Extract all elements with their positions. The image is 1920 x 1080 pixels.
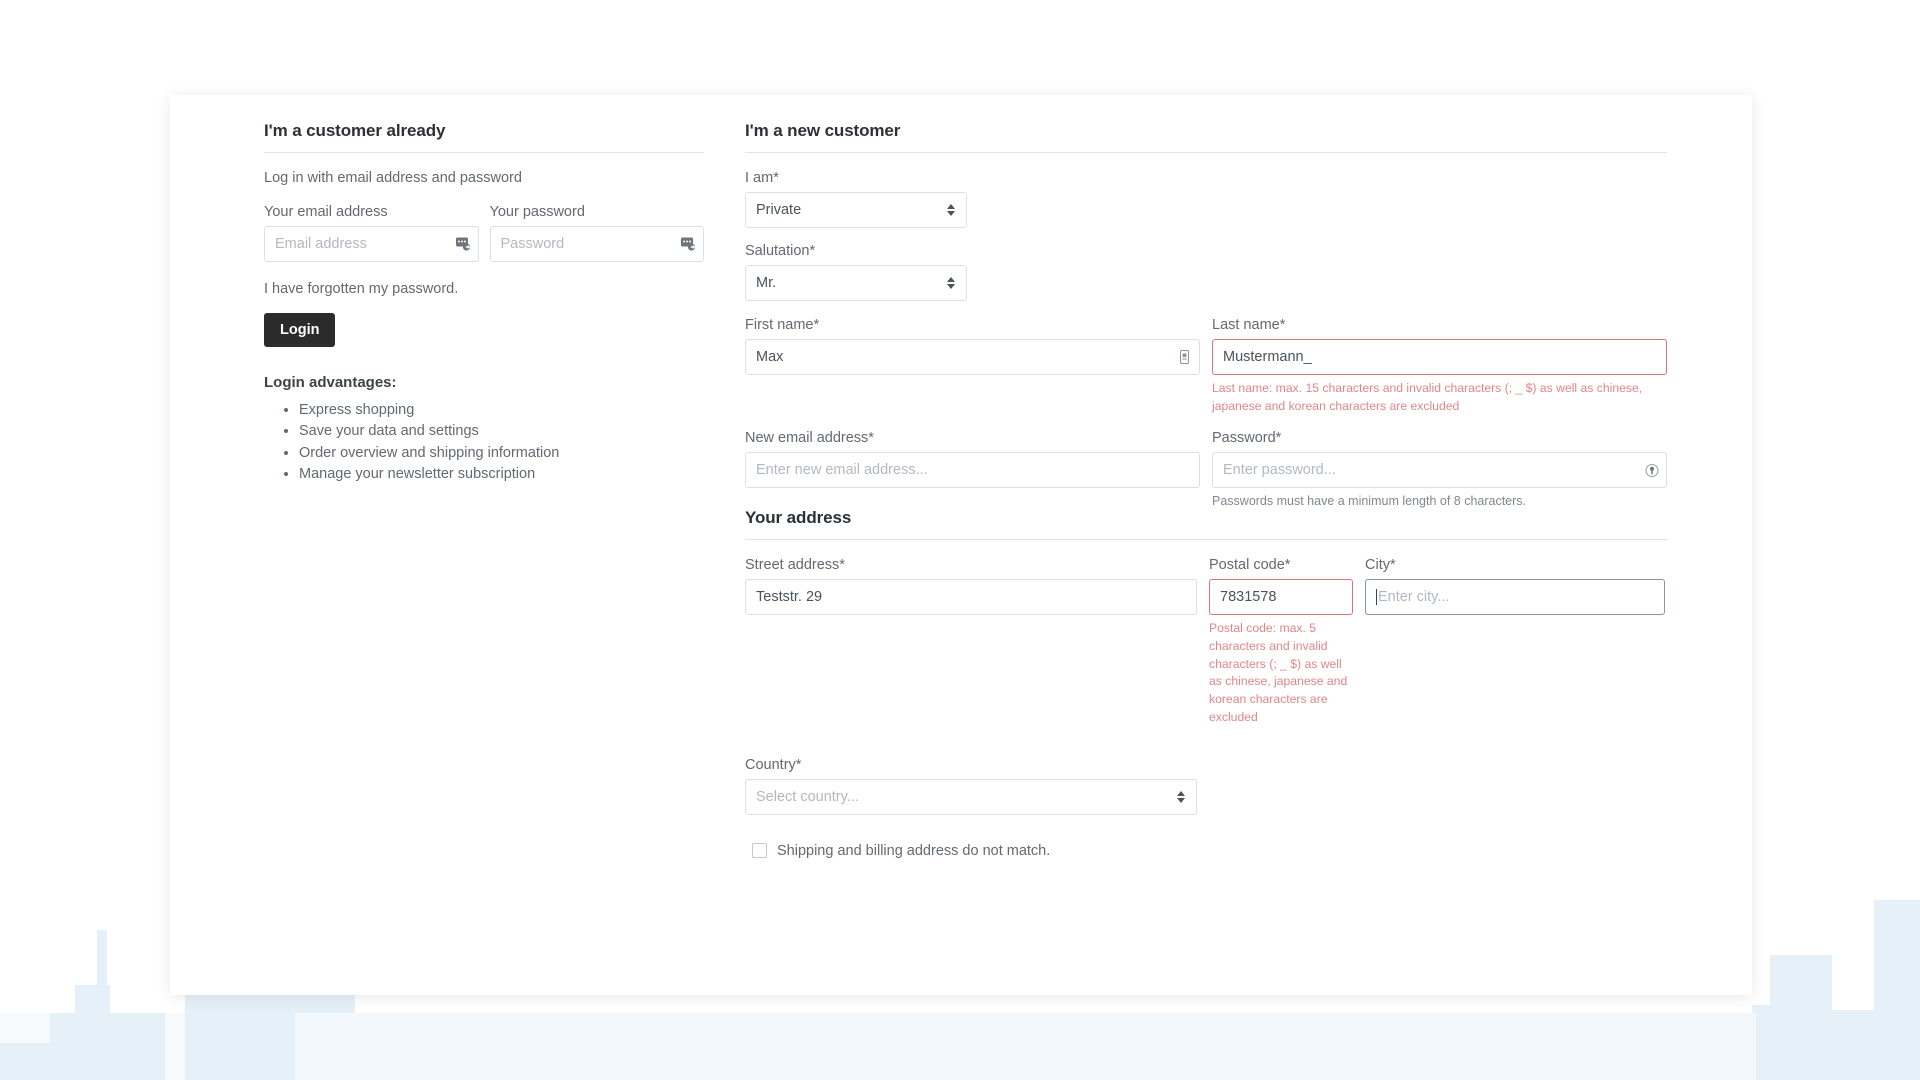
password-hint-text: Passwords must have a minimum length of … [1212,494,1527,509]
autofill-key-icon[interactable] [679,235,698,254]
postal-code-input[interactable]: 7831578 [1209,579,1353,616]
last-name-label: Last name* [1212,317,1286,333]
street-value: Teststr. 29 [756,589,823,606]
postal-code-group: Postal code* 7831578 Postal code: max. 5… [1209,557,1353,726]
list-item: Order overview and shipping information [299,443,704,464]
login-advantages-list: Express shopping Save your data and sett… [282,400,704,486]
account-type-label: I am* [745,170,779,186]
postal-code-error-message: Postal code: max. 5 characters and inval… [1209,621,1348,724]
new-password-placeholder: Enter password... [1223,462,1336,479]
chevron-updown-icon [947,204,955,216]
text-cursor [1376,589,1377,606]
name-row: First name* Max Last name* Mustermann_ L… [745,317,1667,415]
new-email-input[interactable]: Enter new email address... [745,452,1200,489]
first-name-group: First name* Max [745,317,1200,415]
address-section-title: Your address [745,508,852,528]
forgot-password-link[interactable]: I have forgotten my password. [264,281,704,297]
street-input[interactable]: Teststr. 29 [745,579,1197,616]
login-title-divider [264,152,704,153]
salutation-value: Mr. [756,275,777,291]
register-card: I'm a customer already Log in with email… [170,95,1752,995]
new-password-input[interactable]: Enter password... [1212,452,1667,489]
salutation-label: Salutation* [745,243,816,259]
login-button[interactable]: Login [264,313,336,347]
country-label: Country* [745,756,802,773]
account-type-value: Private [756,202,802,218]
city-input[interactable]: Enter city... [1365,579,1665,616]
first-name-value: Max [756,349,784,365]
street-group: Street address* Teststr. 29 [745,557,1197,616]
first-name-label: First name* [745,317,820,333]
city-placeholder: Enter city... [1378,589,1450,606]
login-column: I'm a customer already Log in with email… [264,121,704,486]
last-name-group: Last name* Mustermann_ Last name: max. 1… [1212,317,1667,415]
address-title-divider [745,539,1667,541]
login-password-field-group: Your password Password [489,204,704,262]
register-title-divider [745,152,1667,153]
login-email-input[interactable]: Email address [264,226,479,262]
new-email-group: New email address* Enter new email addre… [745,430,1200,508]
account-type-group: I am* Private [745,170,1667,228]
postal-code-value: 7831578 [1220,589,1277,606]
login-password-label: Your password [489,204,585,220]
chevron-updown-icon [1177,790,1185,803]
chevron-updown-icon [947,277,955,289]
shipping-address-checkbox[interactable] [752,843,767,858]
new-password-label: Password* [1212,430,1282,447]
salutation-select[interactable]: Mr. [745,265,967,301]
shipping-address-checkbox-row[interactable]: Shipping and billing address do not matc… [752,843,1667,859]
country-select[interactable]: Select country... [745,778,1197,815]
list-item: Manage your newsletter subscription [299,464,704,485]
login-lead-text: Log in with email address and password [264,170,522,186]
last-name-value: Mustermann_ [1223,349,1312,365]
last-name-input[interactable]: Mustermann_ [1212,339,1667,375]
contact-card-icon[interactable] [1175,348,1194,367]
address-row: Street address* Teststr. 29 Postal code*… [745,557,1667,726]
first-name-input[interactable]: Max [745,339,1200,375]
login-section-title: I'm a customer already [264,121,446,140]
register-section-title: I'm a new customer [745,121,901,140]
login-email-placeholder: Email address [275,236,367,252]
credentials-row: New email address* Enter new email addre… [745,430,1667,508]
street-label: Street address* [745,557,845,574]
city-group: City* Enter city... [1365,557,1665,616]
account-type-select[interactable]: Private [745,192,967,228]
password-reveal-icon[interactable] [1642,461,1661,480]
login-email-label: Your email address [264,204,388,220]
city-label: City* [1365,557,1396,574]
salutation-group: Salutation* Mr. [745,243,1667,301]
login-password-input[interactable]: Password [489,226,704,262]
country-group: Country* Select country... [745,757,1197,815]
list-item: Express shopping [299,400,704,421]
login-email-field-group: Your email address Email address [264,204,479,262]
last-name-error-message: Last name: max. 15 characters and invali… [1212,381,1643,413]
postal-code-label: Postal code* [1209,557,1291,574]
login-fields-row: Your email address Email address Your pa… [264,204,704,262]
list-item: Save your data and settings [299,421,704,442]
login-password-placeholder: Password [500,236,565,252]
login-advantages-title: Login advantages: [264,374,397,391]
shipping-address-checkbox-label: Shipping and billing address do not matc… [777,842,1051,859]
new-email-placeholder: Enter new email address... [756,462,928,479]
autofill-key-icon[interactable] [454,235,473,254]
country-placeholder: Select country... [756,788,859,805]
new-email-label: New email address* [745,430,874,447]
new-password-group: Password* Enter password... Passwords mu… [1212,430,1667,508]
new-customer-column: I'm a new customer I am* Private Salutat… [745,121,1667,859]
